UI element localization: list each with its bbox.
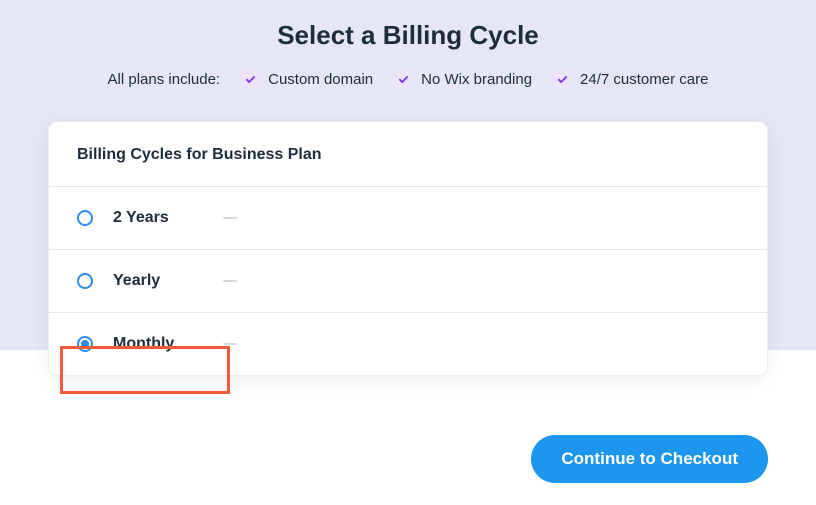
feature-customer-care: 24/7 customer care: [552, 69, 708, 89]
billing-card: Billing Cycles for Business Plan 2 Years…: [48, 121, 768, 376]
check-icon: [552, 69, 572, 89]
feature-label: Custom domain: [268, 71, 373, 88]
feature-no-branding: No Wix branding: [393, 69, 532, 89]
option-label: Monthly: [113, 335, 185, 353]
option-label: 2 Years: [113, 209, 185, 227]
billing-option-monthly[interactable]: Monthly: [49, 313, 767, 375]
page-title: Select a Billing Cycle: [0, 20, 816, 51]
billing-option-2years[interactable]: 2 Years: [49, 187, 767, 250]
billing-option-yearly[interactable]: Yearly: [49, 250, 767, 313]
check-icon: [393, 69, 413, 89]
feature-label: 24/7 customer care: [580, 71, 708, 88]
continue-checkout-button[interactable]: Continue to Checkout: [531, 435, 768, 483]
card-header: Billing Cycles for Business Plan: [49, 122, 767, 187]
radio-icon: [77, 210, 93, 226]
features-row: All plans include: Custom domain No Wix …: [0, 69, 816, 89]
radio-icon: [77, 336, 93, 352]
dash-icon: [223, 280, 237, 282]
feature-label: No Wix branding: [421, 71, 532, 88]
dash-icon: [223, 217, 237, 219]
features-intro: All plans include:: [108, 71, 221, 88]
feature-custom-domain: Custom domain: [240, 69, 373, 89]
radio-icon: [77, 273, 93, 289]
dash-icon: [223, 343, 237, 345]
option-label: Yearly: [113, 272, 185, 290]
check-icon: [240, 69, 260, 89]
